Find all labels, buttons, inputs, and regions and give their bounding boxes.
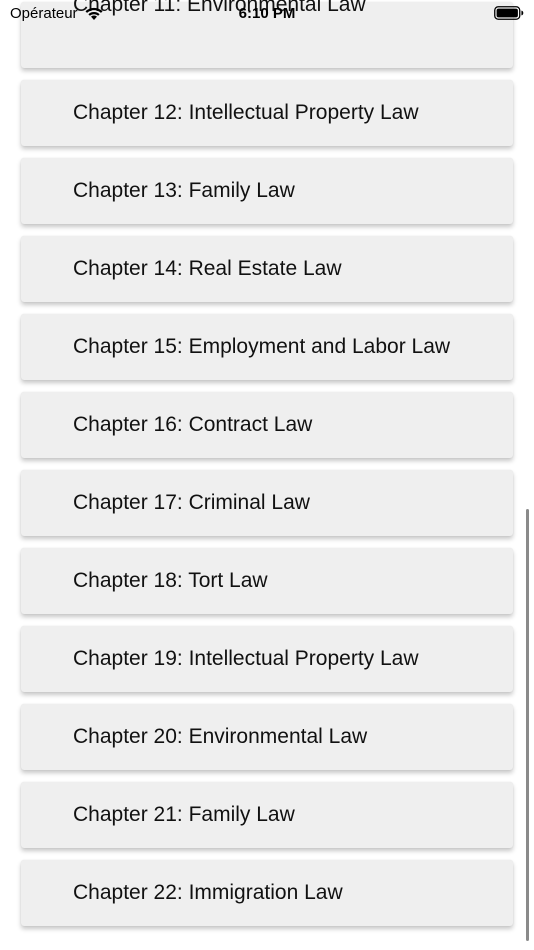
chapter-item[interactable]: Chapter 17: Criminal Law: [21, 470, 513, 536]
chapter-label: Chapter 15: Employment and Labor Law: [73, 335, 451, 358]
chapter-label: Chapter 16: Contract Law: [73, 413, 313, 436]
chapter-item[interactable]: Chapter 19: Intellectual Property Law: [21, 626, 513, 692]
status-time: 6:10 PM: [238, 5, 296, 22]
chapter-item[interactable]: Chapter 15: Employment and Labor Law: [21, 314, 513, 380]
chapter-item[interactable]: Chapter 14: Real Estate Law: [21, 236, 513, 302]
chapter-item[interactable]: Chapter 13: Family Law: [21, 158, 513, 224]
scroll-indicator[interactable]: [526, 509, 529, 941]
chapter-label: Chapter 12: Intellectual Property Law: [73, 101, 419, 124]
chapter-label: Chapter 21: Family Law: [73, 803, 295, 826]
chapter-label: Chapter 14: Real Estate Law: [73, 257, 342, 280]
status-bar: Opérateur 6:10 PM: [0, 0, 534, 28]
battery-icon: [494, 6, 524, 20]
chapter-item[interactable]: Chapter 18: Tort Law: [21, 548, 513, 614]
chapter-item[interactable]: Chapter 20: Environmental Law: [21, 704, 513, 770]
chapter-item[interactable]: Chapter 16: Contract Law: [21, 392, 513, 458]
chapter-item[interactable]: Chapter 21: Family Law: [21, 782, 513, 848]
chapter-label: Chapter 19: Intellectual Property Law: [73, 647, 419, 670]
chapter-item[interactable]: Chapter 12: Intellectual Property Law: [21, 80, 513, 146]
chapter-label: Chapter 20: Environmental Law: [73, 725, 368, 748]
screen: Chapter 11: Environmental Law Chapter 12…: [0, 0, 534, 950]
chapter-label: Chapter 18: Tort Law: [73, 569, 268, 592]
chapter-label: Chapter 17: Criminal Law: [73, 491, 310, 514]
chapter-label: Chapter 13: Family Law: [73, 179, 295, 202]
chapter-label: Chapter 22: Immigration Law: [73, 881, 343, 904]
chapter-item[interactable]: Chapter 22: Immigration Law: [21, 860, 513, 926]
status-right: [494, 6, 524, 20]
